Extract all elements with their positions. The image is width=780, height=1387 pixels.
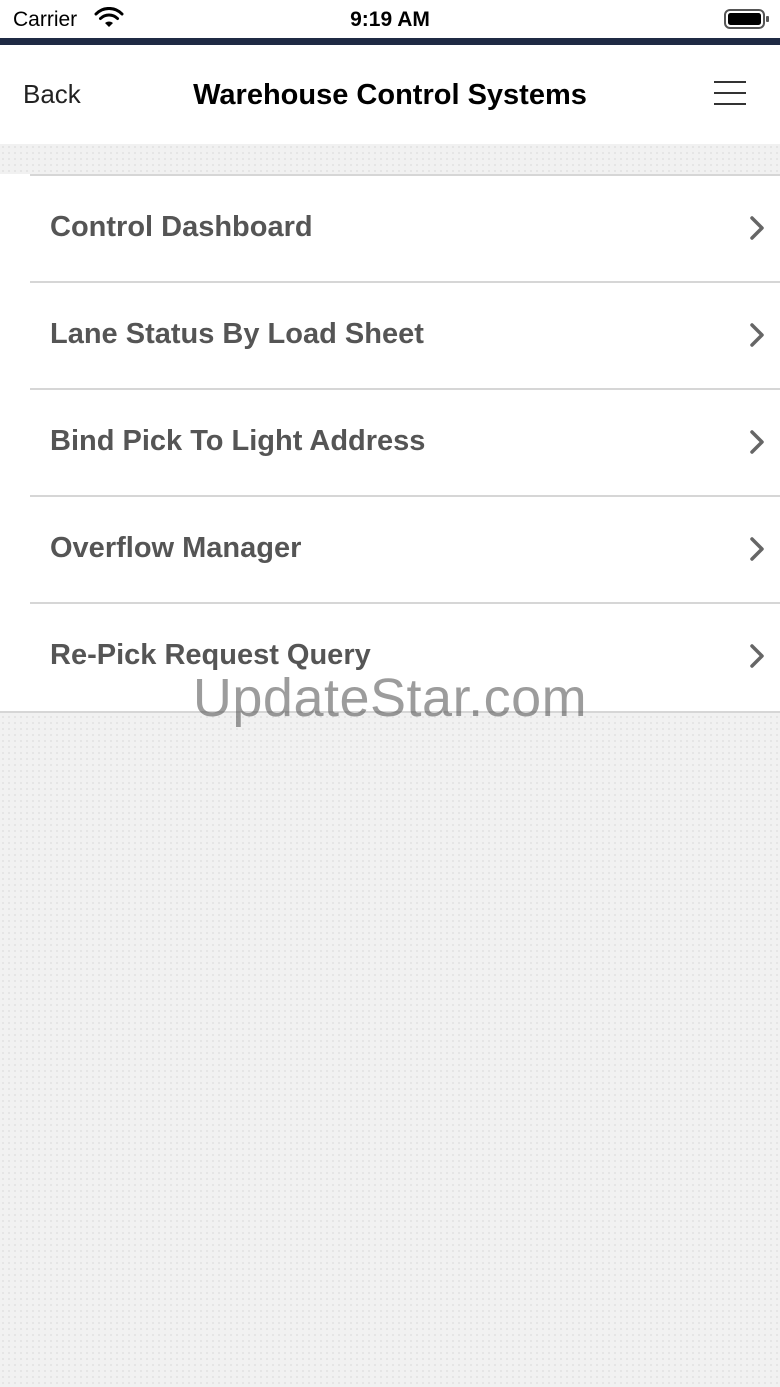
- chevron-right-icon: [750, 430, 764, 454]
- list-divider: [30, 388, 780, 390]
- menu-item-control-dashboard[interactable]: Control Dashboard: [0, 174, 780, 281]
- menu-item-label: Control Dashboard: [50, 211, 313, 243]
- status-bar: Carrier 9:19 AM: [0, 0, 780, 38]
- page-title: Warehouse Control Systems: [193, 79, 587, 111]
- status-time: 9:19 AM: [350, 8, 430, 31]
- menu-item-lane-status-by-load-sheet[interactable]: Lane Status By Load Sheet: [0, 281, 780, 388]
- menu-item-label: Overflow Manager: [50, 532, 302, 564]
- menu-item-bind-pick-to-light-address[interactable]: Bind Pick To Light Address: [0, 388, 780, 495]
- watermark: UpdateStar.com: [192, 668, 588, 728]
- nav-accent-bar: [0, 38, 780, 45]
- list-divider: [30, 495, 780, 497]
- menu-item-label: Bind Pick To Light Address: [50, 425, 426, 457]
- battery-icon: [724, 9, 769, 29]
- chevron-right-icon: [750, 537, 764, 561]
- list-divider: [30, 174, 780, 176]
- chevron-right-icon: [750, 323, 764, 347]
- list-divider: [30, 281, 780, 283]
- hamburger-menu-icon[interactable]: [714, 81, 746, 105]
- navigation-bar: Back Warehouse Control Systems: [0, 45, 780, 144]
- list-divider: [30, 602, 780, 604]
- menu-item-label: Lane Status By Load Sheet: [50, 318, 424, 350]
- chevron-right-icon: [750, 644, 764, 668]
- menu-list: Control Dashboard Lane Status By Load Sh…: [0, 174, 780, 713]
- chevron-right-icon: [750, 216, 764, 240]
- menu-item-overflow-manager[interactable]: Overflow Manager: [0, 495, 780, 602]
